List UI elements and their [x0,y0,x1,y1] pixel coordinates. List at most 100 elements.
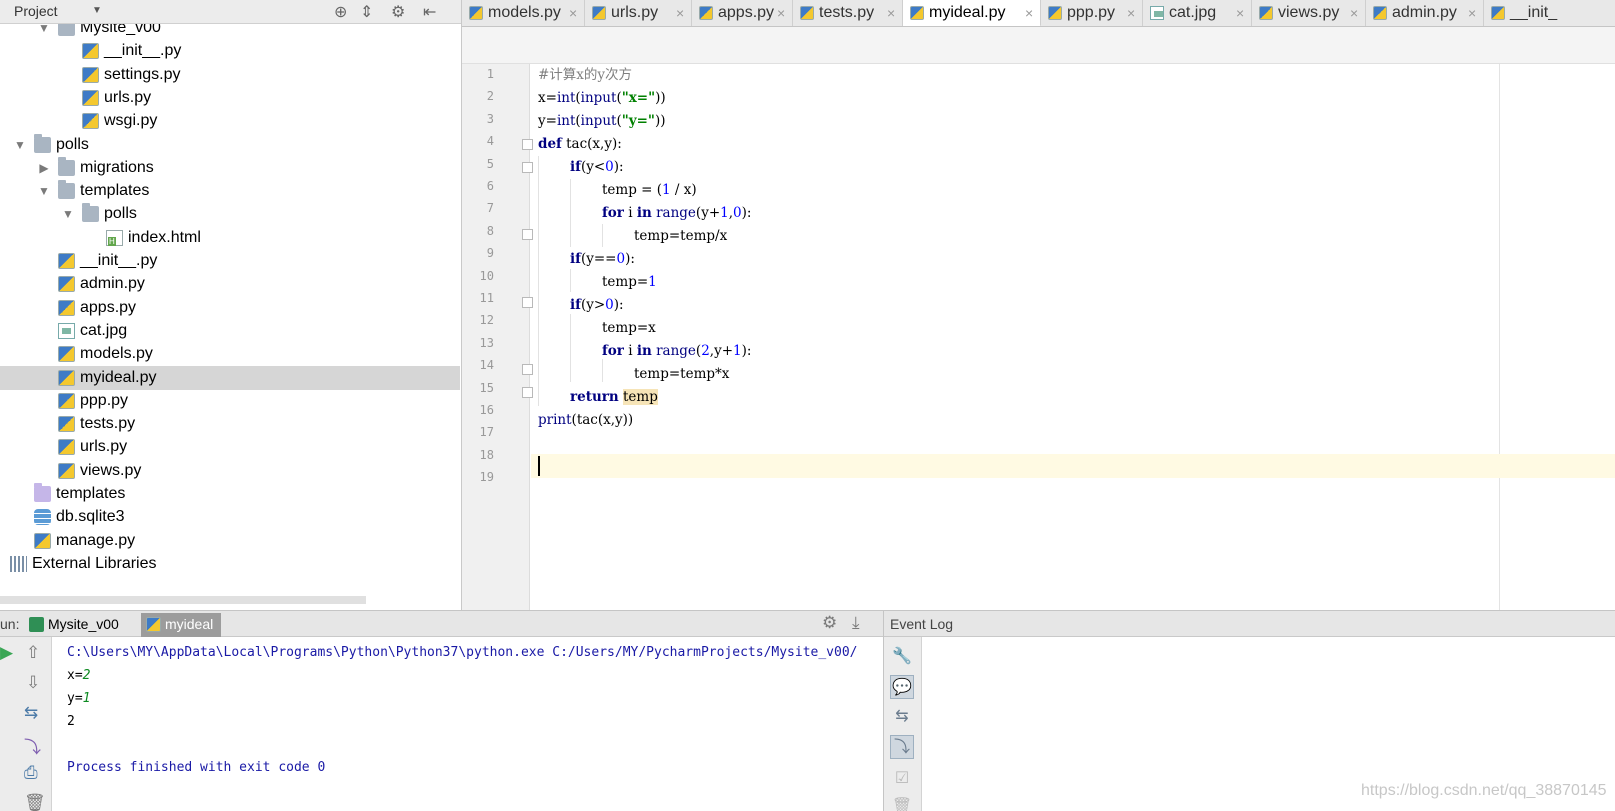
soft-wrap-icon[interactable]: ⇆ [24,703,38,723]
fold-marker[interactable] [522,387,533,398]
speech-bubble-icon[interactable]: 💬 [890,675,914,699]
tree-item[interactable]: apps.py [0,296,460,320]
close-icon[interactable]: × [777,0,785,26]
tree-item[interactable]: ▼ polls [0,133,460,157]
close-icon[interactable]: × [676,0,684,26]
python-file-icon [58,253,75,269]
tree-item[interactable]: __init__.py [0,39,460,63]
code-editor[interactable] [531,64,1615,610]
code-number: 2 [701,343,710,359]
rerun-icon[interactable]: ▶ [0,643,13,663]
fold-marker[interactable] [522,162,533,173]
tree-item[interactable]: manage.py [0,529,460,553]
tree-item[interactable]: templates [0,482,460,506]
line-number: 8 [486,223,494,238]
editor-tab[interactable]: __init_ [1484,0,1615,26]
tree-item[interactable]: External Libraries [0,552,460,576]
scroll-to-end-icon[interactable]: ⤵ [890,735,914,759]
tree-item[interactable]: admin.py [0,272,460,296]
html-file-icon [106,229,123,246]
editor-tab[interactable]: views.py × [1252,0,1366,26]
close-icon[interactable]: × [1468,0,1476,26]
tree-item[interactable]: views.py [0,459,460,483]
hide-icon[interactable]: ⇤ [423,2,436,22]
close-icon[interactable]: × [1236,0,1244,26]
editor-breadcrumb-bar [462,27,1615,64]
trash-icon[interactable]: 🗑 [24,793,46,811]
run-tab-mysite[interactable]: Mysite_v00 [24,613,127,637]
tree-item[interactable]: ▼ templates [0,179,460,203]
tree-item[interactable]: wsgi.py [0,109,460,133]
arrow-down-icon[interactable]: ⇩ [26,673,40,693]
project-view-selector[interactable]: Project [14,3,58,19]
chevron-down-icon[interactable]: ▼ [62,202,74,226]
close-icon[interactable]: × [1350,0,1358,26]
python-file-icon [34,532,51,549]
collapse-icon[interactable]: ⇕ [360,2,373,22]
console-input: 1 [82,691,91,706]
editor-tab[interactable]: urls.py × [585,0,692,26]
watermark: https://blog.csdn.net/qq_38870145 [1361,782,1607,799]
soft-wrap-icon[interactable]: ⇆ [890,705,914,729]
print-icon[interactable]: ⎙ [24,763,38,783]
close-icon[interactable]: × [569,0,577,26]
tree-item[interactable]: urls.py [0,86,460,110]
fold-marker[interactable] [522,297,533,308]
trash-icon[interactable]: 🗑 [890,795,914,811]
tree-item[interactable]: settings.py [0,63,460,87]
chevron-down-icon[interactable]: ▼ [38,179,50,203]
wrench-icon[interactable]: 🔧 [890,645,914,669]
tree-item[interactable]: tests.py [0,412,460,436]
gear-icon[interactable]: ⚙ [822,613,837,633]
code-line-5: if(y<0): [570,156,624,179]
template-folder-icon [34,483,51,502]
chevron-down-icon[interactable]: ▼ [92,5,102,16]
tree-item[interactable]: ▶ migrations [0,156,460,180]
editor-tab[interactable]: apps.py × [692,0,793,26]
code-line-15: return temp [570,386,658,409]
tree-item[interactable]: urls.py [0,435,460,459]
editor-tab[interactable]: tests.py × [793,0,903,26]
target-icon[interactable]: ⊕ [334,2,347,22]
tree-horizontal-scrollbar[interactable] [0,596,366,604]
console-line: y=1 [67,687,90,710]
editor-tab[interactable]: ppp.py × [1041,0,1143,26]
close-icon[interactable]: × [1127,0,1135,26]
editor-tab[interactable]: admin.py × [1366,0,1484,26]
tree-item[interactable]: models.py [0,342,460,366]
close-icon[interactable]: × [1025,0,1033,26]
tree-item[interactable]: ppp.py [0,389,460,413]
editor-tab[interactable]: myideal.py × [903,0,1041,26]
code-identifier-highlight: temp [622,389,658,405]
scroll-to-end-icon[interactable]: ⤵ [24,733,41,758]
code-builtin: range [656,343,696,359]
mark-read-icon[interactable]: ☑ [890,767,914,791]
chevron-right-icon[interactable]: ▶ [38,156,50,180]
fold-marker[interactable] [522,364,533,375]
run-tab-myideal[interactable]: myideal [141,613,222,637]
tree-item[interactable]: index.html [0,226,460,250]
code-builtin: int [556,113,576,129]
code-line-2: x=int(input("x=")) [538,87,666,110]
editor-tab[interactable]: cat.jpg × [1143,0,1252,26]
gear-icon[interactable]: ⚙ [391,2,405,22]
hide-panel-icon[interactable]: ⤓ [852,613,860,633]
line-number: 3 [486,111,494,126]
chevron-down-icon[interactable]: ▼ [14,133,26,157]
editor-tab[interactable]: models.py × [462,0,585,26]
fold-marker[interactable] [522,139,533,150]
close-icon[interactable]: × [887,0,895,26]
tree-item[interactable]: ▼ polls [0,202,460,226]
tree-item[interactable]: cat.jpg [0,319,460,343]
folder-icon [82,203,99,223]
tree-item[interactable]: __init__.py [0,249,460,273]
tree-item-label: db.sqlite3 [56,508,125,526]
fold-marker[interactable] [522,229,533,240]
tree-item[interactable]: myideal.py [0,365,460,390]
arrow-up-icon[interactable]: ⇧ [26,643,40,663]
python-file-icon [1259,6,1273,20]
tree-item[interactable]: db.sqlite3 [0,505,460,529]
run-console[interactable]: C:\Users\MY\AppData\Local\Programs\Pytho… [67,637,879,811]
indent-guide [570,314,571,382]
code-number: 1 [720,205,729,221]
